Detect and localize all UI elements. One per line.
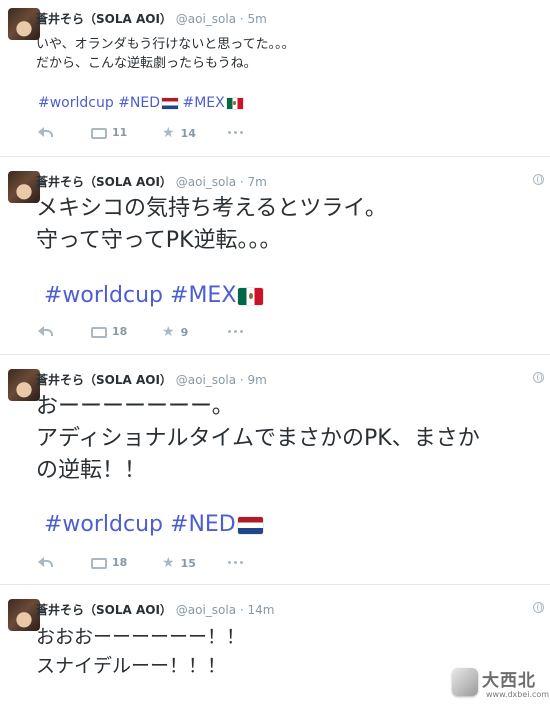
favorite-button[interactable]: ★ 15	[162, 556, 196, 570]
star-icon: ★	[162, 324, 175, 340]
reply-icon	[38, 556, 53, 568]
tweet-line: メキシコの気持ち考えるとツライ。	[36, 196, 387, 221]
reply-icon	[38, 325, 53, 337]
tweet-line: 守って守ってPK逆転。。。	[36, 228, 282, 253]
globe-icon	[533, 372, 544, 383]
favorite-count: 9	[180, 325, 189, 339]
author-name[interactable]: 蒼井そら（SOLA AOI）	[36, 373, 172, 387]
retweet-count: 11	[112, 126, 128, 139]
timestamp[interactable]: · 7m	[240, 175, 267, 189]
tweet-header: 蒼井そら（SOLA AOI） @aoi_sola · 5m	[36, 10, 267, 27]
star-icon: ★	[162, 125, 175, 141]
site-watermark: 大西北 www.dxbei.com	[448, 664, 550, 704]
author-handle[interactable]: @aoi_sola	[176, 12, 236, 26]
reply-button[interactable]	[38, 556, 53, 568]
mexico-flag-icon	[226, 97, 243, 109]
globe-icon	[533, 174, 544, 185]
retweet-button[interactable]: 18	[89, 556, 127, 569]
hashtag-mex[interactable]: #MEX	[183, 95, 225, 111]
more-icon	[228, 131, 243, 134]
mexico-flag-icon	[238, 287, 264, 305]
hashtag-ned[interactable]: #NED	[170, 512, 236, 537]
more-icon	[228, 561, 243, 564]
reply-button[interactable]	[38, 325, 53, 337]
retweet-count: 18	[112, 556, 128, 569]
timestamp[interactable]: · 14m	[240, 603, 275, 617]
tweet-text: メキシコの気持ち考えるとツライ。 守って守ってPK逆転。。。	[36, 193, 387, 257]
star-icon: ★	[162, 555, 175, 571]
hashtag-worldcup[interactable]: #worldcup	[44, 283, 163, 308]
retweet-button[interactable]: 11	[89, 126, 127, 139]
more-icon	[228, 330, 243, 333]
author-handle[interactable]: @aoi_sola	[176, 175, 236, 189]
netherlands-flag-icon	[237, 516, 263, 534]
tweet-line: おおおーーーーーー！！	[36, 626, 246, 648]
hashtag-mex[interactable]: #MEX	[170, 283, 236, 308]
more-button[interactable]	[228, 131, 243, 134]
favorite-count: 15	[180, 556, 196, 570]
favorite-button[interactable]: ★ 9	[162, 325, 188, 339]
author-name[interactable]: 蒼井そら（SOLA AOI）	[36, 12, 172, 26]
reply-button[interactable]	[38, 126, 53, 138]
author-handle[interactable]: @aoi_sola	[176, 373, 236, 387]
more-button[interactable]	[228, 561, 243, 564]
tweet-line: だから、こんな逆転劇ったらもうね。	[36, 56, 257, 71]
tweet-3[interactable]: 蒼井そら（SOLA AOI） @aoi_sola · 9m おーーーーーーー。 …	[0, 355, 550, 585]
timestamp[interactable]: · 9m	[240, 373, 267, 387]
tweet-line: アディショナルタイムでまさかのPK、まさか	[36, 426, 480, 451]
tweet-line: いや、オランダもう行けないと思ってた。。。	[36, 37, 295, 52]
tweet-text: おおおーーーーーー！！ スナイデルーー！！！	[36, 623, 245, 681]
favorite-count: 14	[180, 126, 196, 140]
author-handle[interactable]: @aoi_sola	[176, 603, 236, 617]
watermark-url: www.dxbei.com	[486, 690, 550, 699]
hashtags: #worldcup #NED	[44, 512, 263, 537]
tweet-line: の逆転！！	[36, 458, 147, 483]
tweet-line: スナイデルーー！！！	[36, 655, 227, 677]
favorite-button[interactable]: ★ 14	[162, 126, 196, 140]
author-name[interactable]: 蒼井そら（SOLA AOI）	[36, 603, 172, 617]
tweet-header: 蒼井そら（SOLA AOI） @aoi_sola · 14m	[36, 601, 274, 618]
watermark-logo-icon	[452, 668, 478, 696]
reply-icon	[38, 126, 53, 138]
watermark-name: 大西北	[482, 671, 536, 691]
tweet-text: おーーーーーーー。 アディショナルタイムでまさかのPK、まさか の逆転！！	[36, 391, 480, 487]
netherlands-flag-icon	[162, 97, 179, 109]
retweet-icon	[89, 557, 107, 569]
tweet-1[interactable]: 蒼井そら（SOLA AOI） @aoi_sola · 5m いや、オランダもう行…	[0, 0, 550, 157]
hashtags: #worldcup #NED #MEX	[38, 95, 243, 111]
retweet-icon	[89, 326, 107, 338]
tweet-text: いや、オランダもう行けないと思ってた。。。 だから、こんな逆転劇ったらもうね。	[36, 35, 295, 73]
retweet-button[interactable]: 18	[89, 325, 127, 338]
retweet-count: 18	[112, 325, 128, 338]
tweet-header: 蒼井そら（SOLA AOI） @aoi_sola · 7m	[36, 173, 267, 190]
retweet-icon	[89, 127, 107, 139]
hashtag-worldcup[interactable]: #worldcup	[44, 512, 163, 537]
hashtags: #worldcup #MEX	[44, 283, 264, 308]
hashtag-ned[interactable]: #NED	[118, 95, 160, 111]
timestamp[interactable]: · 5m	[240, 12, 267, 26]
author-name[interactable]: 蒼井そら（SOLA AOI）	[36, 175, 172, 189]
globe-icon	[533, 602, 544, 613]
tweet-2[interactable]: 蒼井そら（SOLA AOI） @aoi_sola · 7m メキシコの気持ち考え…	[0, 157, 550, 355]
tweet-line: おーーーーーーー。	[36, 394, 234, 419]
more-button[interactable]	[228, 330, 243, 333]
tweet-header: 蒼井そら（SOLA AOI） @aoi_sola · 9m	[36, 371, 267, 388]
hashtag-worldcup[interactable]: #worldcup	[38, 95, 114, 111]
